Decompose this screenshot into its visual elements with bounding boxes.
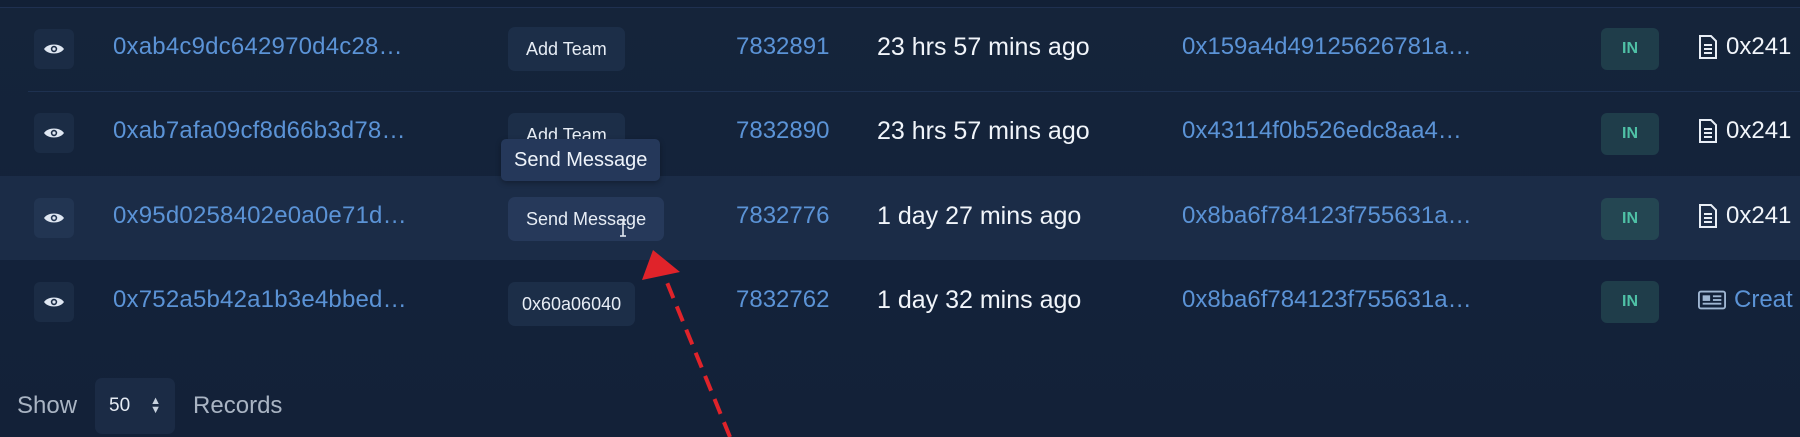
tx-age: 23 hrs 57 mins ago: [877, 33, 1090, 61]
records-label: Records: [193, 392, 283, 419]
to-address-text[interactable]: 0x241: [1726, 117, 1791, 145]
eye-icon: [44, 128, 64, 138]
show-label: Show: [17, 392, 78, 419]
page-size-select[interactable]: 50 ▲ ▼: [95, 378, 176, 434]
view-details-button[interactable]: [34, 29, 74, 69]
document-icon: [1699, 35, 1717, 59]
tx-age: 1 day 27 mins ago: [877, 202, 1082, 230]
method-badge: Send Message: [508, 197, 665, 241]
from-address-link[interactable]: 0x8ba6f784123f755631a…: [1182, 286, 1472, 314]
tx-hash-link[interactable]: 0x95d0258402e0a0e71d…: [113, 202, 407, 230]
table-row: 0xab7afa09cf8d66b3d78… Add Team 7832890 …: [0, 92, 1800, 176]
view-details-button[interactable]: [34, 282, 74, 322]
tx-hash-link[interactable]: 0xab4c9dc642970d4c28…: [113, 33, 403, 61]
eye-icon: [44, 213, 64, 223]
from-address-link[interactable]: 0x159a4d49125626781a…: [1182, 33, 1472, 61]
tx-hash-link[interactable]: 0x752a5b42a1b3e4bbed…: [113, 286, 407, 314]
from-address-link[interactable]: 0x43114f0b526edc8aa4…: [1182, 117, 1462, 145]
block-number-link[interactable]: 7832891: [736, 33, 829, 61]
document-icon: [1699, 204, 1717, 228]
contract-creation-text[interactable]: Creat: [1734, 286, 1793, 314]
contract-create-icon: [1698, 290, 1726, 310]
text-cursor-icon: [620, 219, 626, 237]
to-address[interactable]: 0x241: [1698, 117, 1791, 145]
eye-icon: [44, 44, 64, 54]
to-address-text[interactable]: 0x241: [1726, 202, 1791, 230]
method-badge: Add Team: [508, 27, 625, 71]
tx-age: 23 hrs 57 mins ago: [877, 117, 1090, 145]
pagination-footer: Show 50 ▲ ▼ Records: [17, 378, 283, 434]
table-row: 0x752a5b42a1b3e4bbed… 0x60a06040 7832762…: [0, 261, 1800, 345]
page-size-value: 50: [109, 395, 131, 416]
to-address-text[interactable]: 0x241: [1726, 33, 1791, 61]
eye-icon: [44, 297, 64, 307]
table-row: 0xab4c9dc642970d4c28… Add Team 7832891 2…: [0, 8, 1800, 92]
transactions-table: 0xab4c9dc642970d4c28… Add Team 7832891 2…: [0, 0, 1800, 437]
table-top-edge: [0, 0, 1800, 8]
method-tooltip: Send Message: [501, 139, 661, 181]
sort-arrows-icon: ▲ ▼: [150, 395, 162, 416]
view-details-button[interactable]: [34, 113, 74, 153]
tx-hash-link[interactable]: 0xab7afa09cf8d66b3d78…: [113, 117, 406, 145]
from-address-link[interactable]: 0x8ba6f784123f755631a…: [1182, 202, 1472, 230]
direction-badge: IN: [1601, 198, 1659, 240]
block-number-link[interactable]: 7832762: [736, 286, 829, 314]
contract-creation[interactable]: Creat: [1698, 286, 1793, 314]
direction-badge: IN: [1601, 113, 1659, 155]
method-badge: 0x60a06040: [508, 282, 636, 326]
block-number-link[interactable]: 7832776: [736, 202, 829, 230]
to-address[interactable]: 0x241: [1698, 202, 1791, 230]
view-details-button[interactable]: [34, 198, 74, 238]
to-address[interactable]: 0x241: [1698, 33, 1791, 61]
table-row: 0x95d0258402e0a0e71d… Send Message 78327…: [0, 176, 1800, 260]
tx-age: 1 day 32 mins ago: [877, 286, 1082, 314]
block-number-link[interactable]: 7832890: [736, 117, 829, 145]
annotation-arrow: [642, 250, 732, 437]
direction-badge: IN: [1601, 281, 1659, 323]
direction-badge: IN: [1601, 28, 1659, 70]
document-icon: [1699, 119, 1717, 143]
